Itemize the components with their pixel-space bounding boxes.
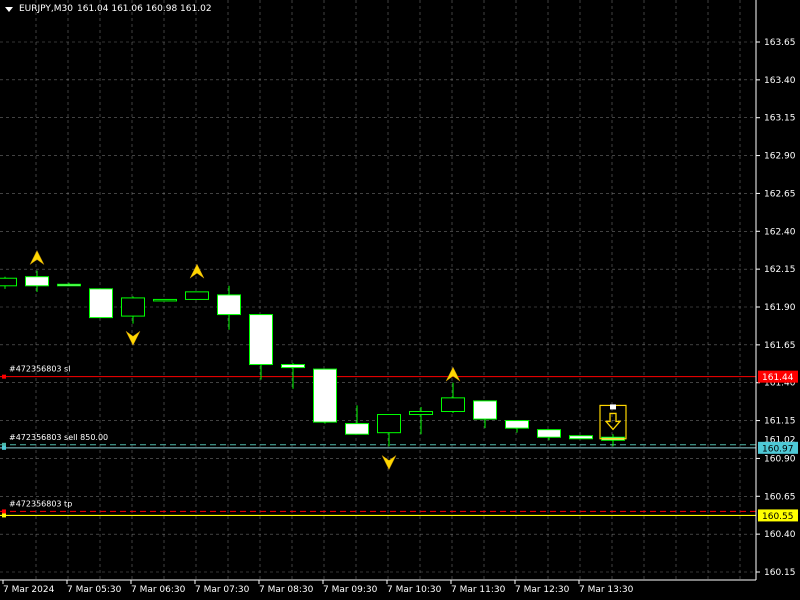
chart-header: EURJPY,M30 161.04 161.06 160.98 161.02 bbox=[5, 4, 212, 14]
ohlc-values: 161.04 161.06 160.98 161.02 bbox=[77, 4, 212, 14]
candle bbox=[281, 363, 305, 389]
candle bbox=[25, 270, 49, 292]
candle bbox=[249, 314, 273, 380]
candle bbox=[505, 420, 529, 433]
x-tick-label: 7 Mar 05:30 bbox=[67, 585, 122, 595]
x-tick-label: 7 Mar 12:30 bbox=[515, 585, 570, 595]
candle bbox=[377, 414, 401, 447]
candle-body-bear bbox=[249, 314, 273, 366]
y-tick-label: 163.15 bbox=[764, 114, 796, 124]
dropdown-triangle-icon[interactable] bbox=[5, 6, 13, 12]
x-tick-label: 7 Mar 13:30 bbox=[579, 585, 634, 595]
chart-grid bbox=[0, 0, 756, 580]
y-tick-label: 161.65 bbox=[764, 341, 796, 351]
candle-body-bear bbox=[57, 283, 81, 287]
candle-body-bear bbox=[473, 400, 497, 420]
price-chart[interactable]: #472356803 sl #472356803 sell 850.00 #4723… bbox=[0, 0, 800, 600]
candle-body-bear bbox=[569, 435, 593, 440]
level-label: #472356803 sl bbox=[9, 365, 70, 374]
down-arrow-icon bbox=[381, 455, 397, 471]
x-tick-label: 7 Mar 07:30 bbox=[195, 585, 250, 595]
x-tick-label: 7 Mar 11:30 bbox=[451, 585, 506, 595]
candle-body-bear bbox=[89, 288, 113, 319]
level-label: #472356803 sell 850.00 bbox=[9, 433, 108, 442]
y-tick-label: 160.40 bbox=[764, 530, 796, 540]
candle-body-bull bbox=[441, 397, 465, 412]
trade-levels: #472356803 sl #472356803 sell 850.00 #4723… bbox=[0, 365, 756, 518]
level-label: #472356803 tp bbox=[9, 499, 72, 508]
candle-body-bull bbox=[377, 414, 401, 434]
up-arrow-icon bbox=[189, 263, 205, 279]
candle-body-bull bbox=[121, 297, 145, 317]
candle-body-bull bbox=[409, 410, 433, 416]
candle bbox=[121, 296, 145, 324]
symbol-label: EURJPY,M30 bbox=[19, 4, 73, 14]
tp-anchor bbox=[2, 513, 6, 518]
y-tick-label: 161.15 bbox=[764, 417, 796, 427]
candle bbox=[409, 406, 433, 435]
candle bbox=[0, 276, 17, 289]
candle-body-bear bbox=[537, 429, 561, 438]
x-tick-label: 7 Mar 08:30 bbox=[259, 585, 314, 595]
candle bbox=[537, 429, 561, 441]
candle-body-bear bbox=[217, 294, 241, 316]
candle bbox=[441, 382, 465, 413]
bid-anchor bbox=[2, 445, 6, 450]
level-anchor bbox=[2, 374, 6, 379]
tp-price-label: 160.55 bbox=[762, 512, 794, 522]
candle-body-bear bbox=[25, 276, 49, 287]
candle bbox=[313, 368, 337, 424]
candle bbox=[217, 285, 241, 330]
signal-box bbox=[599, 404, 627, 440]
axes: 163.65 163.40 163.15 162.90 162.65 162.40 162.… bbox=[0, 0, 798, 595]
candle-body-bear bbox=[345, 423, 369, 435]
y-tick-label: 162.40 bbox=[764, 227, 796, 237]
level-anchor bbox=[2, 509, 6, 514]
x-tick-label: 7 Mar 06:30 bbox=[131, 585, 186, 595]
y-tick-label: 163.65 bbox=[764, 38, 796, 48]
y-tick-label: 160.90 bbox=[764, 454, 796, 464]
candle bbox=[153, 298, 177, 302]
y-tick-label: 162.90 bbox=[764, 152, 796, 162]
sell-arrow-icon bbox=[604, 412, 622, 431]
y-tick-label: 161.90 bbox=[764, 303, 796, 313]
candle bbox=[57, 282, 81, 287]
candle-body-bear bbox=[313, 368, 337, 423]
y-tick-label: 160.65 bbox=[764, 492, 796, 502]
x-tick-label: 7 Mar 2024 bbox=[3, 585, 55, 595]
y-tick-label: 162.65 bbox=[764, 189, 796, 199]
candle bbox=[473, 400, 497, 429]
signal-marker bbox=[610, 404, 616, 410]
candles bbox=[0, 270, 625, 447]
candle bbox=[185, 291, 209, 300]
candle bbox=[569, 435, 593, 440]
sl-price-label: 161.44 bbox=[762, 373, 794, 383]
up-arrow-icon bbox=[445, 366, 461, 382]
x-tick-label: 7 Mar 09:30 bbox=[323, 585, 378, 595]
candle-body-bear bbox=[281, 364, 305, 369]
y-tick-label: 162.15 bbox=[764, 265, 796, 275]
candle-body-bear bbox=[505, 420, 529, 429]
y-tick-label: 163.40 bbox=[764, 76, 796, 86]
candle-body-bull bbox=[185, 291, 209, 300]
candle bbox=[345, 405, 369, 435]
up-arrow-icon bbox=[29, 249, 45, 265]
candle-body-bull bbox=[153, 298, 177, 302]
y-tick-label: 160.15 bbox=[764, 568, 796, 578]
down-arrow-icon bbox=[125, 331, 141, 346]
bid-price-label: 160.97 bbox=[762, 444, 794, 454]
signal-arrows bbox=[29, 249, 627, 471]
candle-body-bull bbox=[0, 277, 17, 287]
x-tick-label: 7 Mar 10:30 bbox=[387, 585, 442, 595]
candle bbox=[89, 288, 113, 319]
